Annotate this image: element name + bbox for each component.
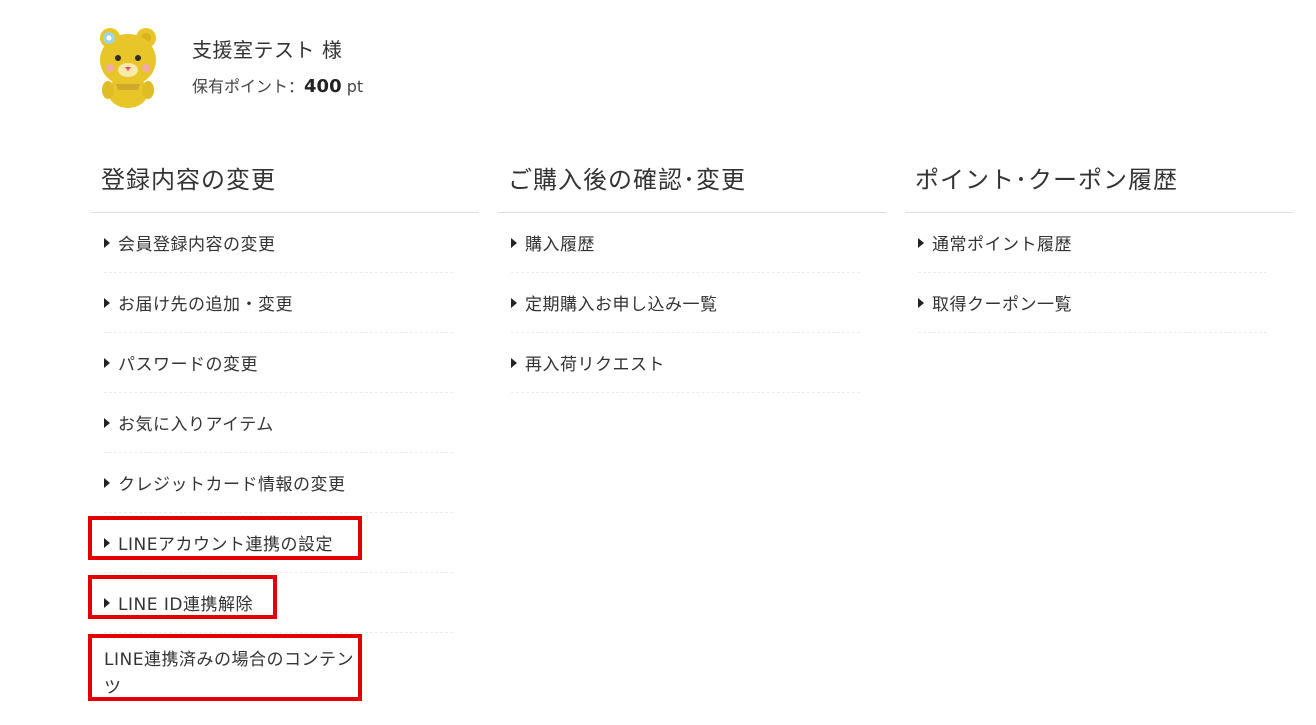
menu-item-point-history[interactable]: 通常ポイント履歴 <box>918 213 1267 273</box>
menu-item-restock-request[interactable]: 再入荷リクエスト <box>511 333 860 393</box>
menu-item-label: お届け先の追加・変更 <box>118 295 293 315</box>
column-title: ご購入後の確認･変更 <box>498 160 886 213</box>
menu-item-label: 取得クーポン一覧 <box>932 295 1072 315</box>
menu-item-purchase-history[interactable]: 購入履歴 <box>511 213 860 273</box>
caret-right-icon <box>104 477 110 488</box>
menu-item-subscription-list[interactable]: 定期購入お申し込み一覧 <box>511 273 860 333</box>
menu-item-label: 会員登録内容の変更 <box>118 235 276 255</box>
bear-avatar-icon <box>100 28 156 108</box>
points-unit: pt <box>346 77 364 96</box>
column-title: ポイント･クーポン履歴 <box>905 160 1293 213</box>
menu-item-member-info[interactable]: 会員登録内容の変更 <box>104 213 453 273</box>
menu-item-coupon-list[interactable]: 取得クーポン一覧 <box>918 273 1267 333</box>
points-display: 保有ポイント：400 pt <box>192 73 363 97</box>
points-label: 保有ポイント： <box>192 77 305 96</box>
column-points-coupons: ポイント･クーポン履歴 通常ポイント履歴 取得クーポン一覧 <box>905 160 1293 333</box>
menu-item-label: パスワードの変更 <box>118 355 258 375</box>
menu-item-label: 定期購入お申し込み一覧 <box>525 295 718 315</box>
menu-item-favorites[interactable]: お気に入りアイテム <box>104 393 453 453</box>
menu-item-label: 通常ポイント履歴 <box>932 235 1072 255</box>
menu-item-password[interactable]: パスワードの変更 <box>104 333 453 393</box>
column-title: 登録内容の変更 <box>91 160 479 213</box>
points-value: 400 <box>304 76 342 97</box>
caret-right-icon <box>104 417 110 428</box>
column-account-settings: 登録内容の変更 会員登録内容の変更 お届け先の追加・変更 パスワードの変更 お気… <box>91 160 479 633</box>
caret-right-icon <box>511 237 517 248</box>
highlight-box <box>88 634 362 701</box>
menu-item-delivery-address[interactable]: お届け先の追加・変更 <box>104 273 453 333</box>
menu-item-label: 購入履歴 <box>525 235 595 255</box>
caret-right-icon <box>511 357 517 368</box>
menu-item-credit-card[interactable]: クレジットカード情報の変更 <box>104 453 453 513</box>
column-after-purchase: ご購入後の確認･変更 購入履歴 定期購入お申し込み一覧 再入荷リクエスト <box>498 160 886 393</box>
user-name: 支援室テスト 様 <box>192 38 343 62</box>
caret-right-icon <box>511 297 517 308</box>
caret-right-icon <box>104 297 110 308</box>
highlight-box <box>88 575 277 619</box>
menu-item-label: お気に入りアイテム <box>118 415 274 435</box>
caret-right-icon <box>104 237 110 248</box>
caret-right-icon <box>918 297 924 308</box>
highlight-box <box>88 516 362 560</box>
menu-item-label: クレジットカード情報の変更 <box>118 475 346 495</box>
menu-item-label: 再入荷リクエスト <box>525 355 665 375</box>
caret-right-icon <box>918 237 924 248</box>
caret-right-icon <box>104 357 110 368</box>
